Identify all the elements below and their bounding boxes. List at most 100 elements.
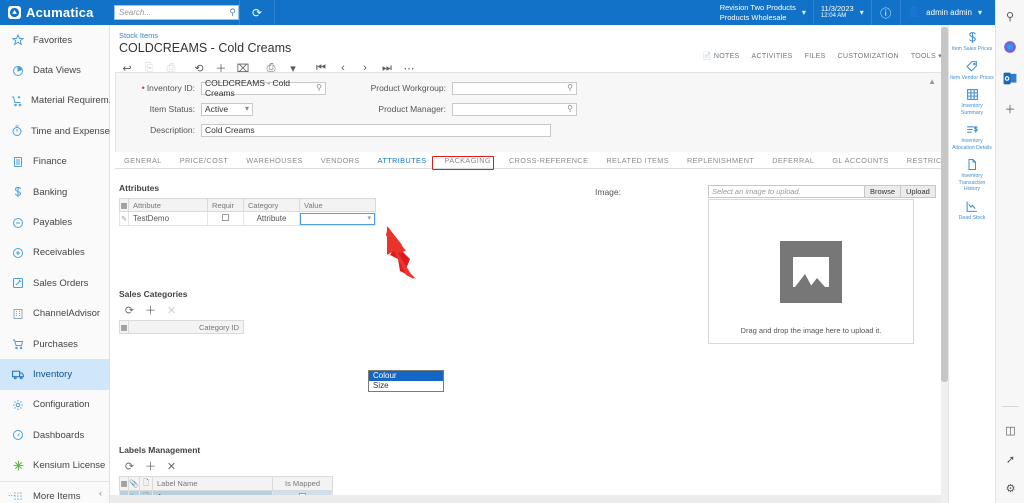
sidebar-item-data-views[interactable]: Data Views — [0, 55, 109, 85]
open-in-new-icon[interactable]: ➚ — [1002, 450, 1020, 468]
chevron-down-icon[interactable]: ▾ — [978, 8, 982, 17]
page-scrollbar[interactable] — [941, 25, 948, 503]
rail-item-inventory-transaction-history[interactable]: Inventory Transaction History — [949, 157, 995, 193]
cell-value[interactable]: ▾ — [299, 211, 376, 226]
search-icon[interactable]: ⚲ — [1001, 7, 1019, 25]
sidebar-item-inventory[interactable]: Inventory — [0, 359, 109, 390]
image-dropzone[interactable]: Drag and drop the image here to upload i… — [708, 199, 914, 344]
tab-attributes[interactable]: ATTRIBUTES — [369, 153, 436, 168]
upload-button[interactable]: Upload — [901, 185, 936, 198]
rail-item-inventory-allocation-details[interactable]: Inventory Allocation Details — [949, 122, 995, 151]
browse-button[interactable]: Browse — [865, 185, 902, 198]
cell-attribute[interactable]: TestDemo — [128, 211, 208, 226]
lookup-icon[interactable]: ⚲ — [567, 104, 573, 113]
table-row[interactable]: ✎ TestDemo Attribute ▾ — [119, 211, 376, 226]
required-checkbox[interactable] — [222, 214, 229, 221]
col-attribute[interactable]: Attribute — [128, 198, 208, 212]
company-selector[interactable]: Revision Two Products Products Wholesale… — [713, 0, 813, 25]
lookup-icon[interactable]: ⚲ — [316, 83, 322, 92]
search-input[interactable]: Search... — [114, 5, 239, 20]
attachment-icon[interactable]: 📎 — [128, 476, 140, 491]
tab-gl-accounts[interactable]: GL ACCOUNTS — [823, 153, 897, 168]
nav-collapse-icon[interactable]: ‹ — [99, 488, 102, 498]
grid-menu-icon[interactable]: ▦ — [119, 320, 129, 334]
grid-menu-icon[interactable]: ▦ — [119, 476, 129, 491]
tab-deferral[interactable]: DEFERRAL — [763, 153, 823, 168]
col-category[interactable]: Category — [243, 198, 300, 212]
tab-replenishment[interactable]: REPLENISHMENT — [678, 153, 763, 168]
tab-cross-reference[interactable]: CROSS-REFERENCE — [500, 153, 597, 168]
value-dropdown-list[interactable]: Colour Size — [368, 370, 444, 392]
inventory-id-input[interactable]: COLDCREAMS - Cold Creams ⚲ — [201, 78, 326, 98]
collapse-form-icon[interactable]: ▲ — [928, 77, 936, 86]
image-file-input[interactable]: Select an image to upload. — [708, 185, 865, 198]
cell-category[interactable]: Attribute — [243, 211, 300, 226]
rail-item-dead-stock[interactable]: Dead Stock — [949, 199, 995, 222]
refresh-button[interactable]: ⟳ — [240, 0, 274, 25]
help-button[interactable]: ⓘ — [872, 0, 900, 25]
tab-warehouses[interactable]: WAREHOUSES — [237, 153, 311, 168]
rail-item-item-vendor-prices[interactable]: Item Vendor Prices — [949, 59, 995, 82]
sidebar-item-receivables[interactable]: Receivables — [0, 238, 109, 268]
grid-menu-icon[interactable]: ▦ — [119, 198, 129, 212]
sidebar-item-payables[interactable]: Payables — [0, 207, 109, 237]
sidebar-item-sales-orders[interactable]: Sales Orders — [0, 268, 109, 298]
copilot-icon[interactable] — [1001, 38, 1019, 56]
labels-management-delete-row-icon[interactable]: ✕ — [161, 458, 182, 474]
sidebar-item-purchases[interactable]: Purchases — [0, 329, 109, 359]
col-required[interactable]: Requir — [207, 198, 244, 212]
col-label-name[interactable]: Label Name — [152, 476, 273, 491]
sidebar-item-configuration[interactable]: Configuration — [0, 390, 109, 420]
outlook-icon[interactable] — [1001, 69, 1019, 87]
split-screen-icon[interactable]: ◫ — [1002, 421, 1020, 439]
col-is-mapped[interactable]: Is Mapped — [272, 476, 333, 491]
settings-gear-icon[interactable]: ⚙ — [1002, 479, 1020, 497]
tab-vendors[interactable]: VENDORS — [312, 153, 369, 168]
description-input[interactable]: Cold Creams — [201, 123, 551, 137]
business-date-selector[interactable]: 11/3/2023 12:04 AM ▾ — [814, 0, 871, 25]
notes-action[interactable]: 📄 NOTES — [703, 52, 740, 60]
tab-related-items[interactable]: RELATED ITEMS — [597, 153, 678, 168]
col-category-id[interactable]: Category ID — [128, 320, 244, 334]
chevron-down-icon[interactable]: ▾ — [367, 214, 371, 222]
chevron-down-icon[interactable]: ▾ — [245, 104, 249, 113]
sidebar-item-dashboards[interactable]: Dashboards — [0, 420, 109, 450]
nav-more-dots[interactable]: ... — [8, 488, 16, 498]
col-value[interactable]: Value — [299, 198, 376, 212]
files-action[interactable]: FILES — [805, 53, 826, 60]
cell-required[interactable] — [207, 211, 244, 226]
labels-management-refresh-icon[interactable]: ⟳ — [119, 458, 140, 474]
user-menu[interactable]: 👤 admin admin ▾ — [901, 0, 989, 25]
add-tool-icon[interactable]: ＋ — [1001, 100, 1019, 118]
sidebar-item-time-and-expenses[interactable]: Time and Expenses — [0, 116, 115, 146]
sidebar-item-kensium-license[interactable]: Kensium License — [0, 450, 109, 480]
dropdown-option-size[interactable]: Size — [369, 381, 443, 391]
sidebar-item-material-requirem[interactable]: Material Requirem... — [0, 86, 117, 116]
sidebar-item-favorites[interactable]: Favorites — [0, 25, 109, 55]
item-status-select[interactable]: Active ▾ — [201, 102, 253, 116]
tab-price-cost[interactable]: PRICE/COST — [171, 153, 238, 168]
note-icon[interactable]: 🗋 — [139, 476, 153, 491]
product-workgroup-input[interactable]: ⚲ — [452, 81, 577, 95]
scrollbar-thumb[interactable] — [941, 27, 948, 382]
chevron-down-icon[interactable]: ▾ — [860, 8, 864, 17]
global-search[interactable]: Search... ⚲ — [114, 5, 239, 20]
tools-action[interactable]: TOOLS ▾ — [911, 52, 942, 60]
product-manager-input[interactable]: ⚲ — [452, 102, 577, 116]
rail-item-item-sales-prices[interactable]: Item Sales Prices — [949, 30, 995, 53]
search-icon[interactable]: ⚲ — [229, 7, 236, 18]
dropdown-option-colour[interactable]: Colour — [369, 371, 443, 381]
brand-logo-area[interactable]: Acumatica — [0, 5, 110, 20]
sidebar-item-banking[interactable]: Banking — [0, 177, 109, 207]
breadcrumb[interactable]: Stock Items — [110, 25, 948, 40]
sidebar-item-channeladvisor[interactable]: ChannelAdvisor — [0, 299, 109, 329]
sales-categories-refresh-icon[interactable]: ⟳ — [119, 302, 140, 318]
activities-action[interactable]: ACTIVITIES — [752, 53, 793, 60]
tab-packaging[interactable]: PACKAGING — [436, 153, 500, 168]
sidebar-item-finance[interactable]: Finance — [0, 147, 109, 177]
customization-action[interactable]: CUSTOMIZATION — [838, 53, 899, 60]
lookup-icon[interactable]: ⚲ — [567, 83, 573, 92]
labels-management-add-row-icon[interactable]: ＋ — [140, 458, 161, 474]
chevron-down-icon[interactable]: ▾ — [802, 8, 806, 17]
sales-categories-add-row-icon[interactable]: ＋ — [140, 302, 161, 318]
